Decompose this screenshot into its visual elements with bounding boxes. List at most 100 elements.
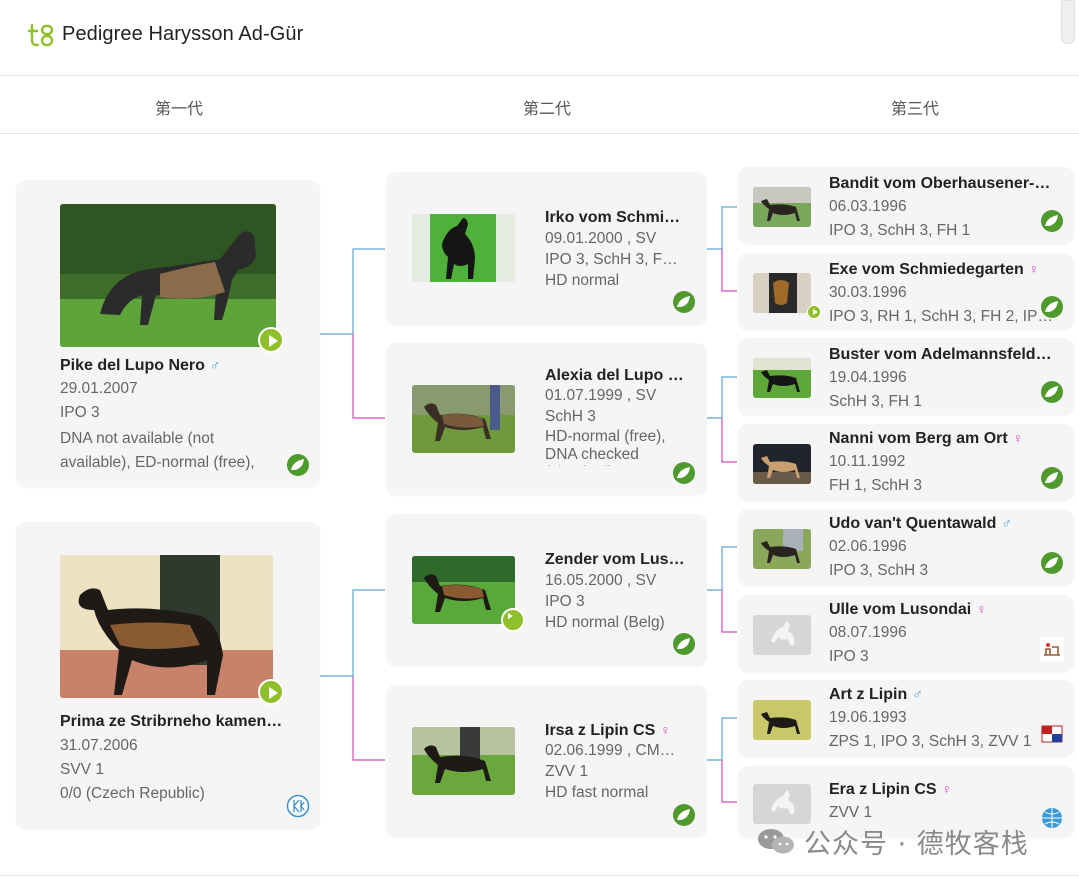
flag-icon[interactable] [1040, 722, 1064, 746]
dog-photo-placeholder[interactable] [753, 615, 811, 655]
female-icon: ♀ [1012, 430, 1024, 446]
female-icon: ♀ [1028, 261, 1040, 277]
dog-name[interactable]: Nanni vom Berg am Ort ♀ [829, 430, 1057, 448]
dog-photo[interactable] [412, 385, 515, 453]
dog-titles: SVV 1 [60, 761, 104, 778]
dog-name[interactable]: Art z Lipin ♂ [829, 686, 1057, 704]
globe-icon[interactable] [1040, 806, 1064, 830]
dog-birthdate: 31.07.2006 [60, 737, 138, 754]
dog-name[interactable]: Bandit vom Oberhausener-Kr… [829, 175, 1057, 193]
male-icon: ♂ [1001, 515, 1012, 531]
dog-photo[interactable] [753, 444, 811, 484]
leaf-icon[interactable] [1040, 380, 1064, 404]
dog-name[interactable]: Udo van't Quentawald ♂ [829, 515, 1057, 533]
pedigree-card-gen3-1[interactable]: Bandit vom Oberhausener-Kr… 06.03.1996 I… [738, 167, 1074, 244]
female-icon: ♀ [941, 781, 953, 797]
leaf-icon[interactable] [1040, 466, 1064, 490]
dog-name[interactable]: Exe vom Schmiedegarten ♀ [829, 261, 1057, 279]
dog-titles: IPO 3, RH 1, SchH 3, FH 2, IPO… [829, 308, 1057, 325]
club-logo-icon[interactable] [1040, 637, 1064, 661]
dog-name[interactable]: Prima ze Stribrneho kamen… [60, 713, 300, 731]
pedigree-card-gen2-2[interactable]: Alexia del Lupo … 01.07.1999 , SV SchH 3… [386, 343, 707, 495]
leaf-icon[interactable] [672, 803, 696, 827]
leaf-icon[interactable] [1040, 209, 1064, 233]
dog-titles: SchH 3, FH 1 [829, 393, 923, 410]
pedigree-card-gen3-3[interactable]: Buster vom Adelmannsfelder… 19.04.1996 S… [738, 338, 1074, 415]
dog-birthdate: 16.05.2000 , SV [545, 572, 657, 589]
dog-titles: ZVV 1 [545, 763, 589, 780]
dog-birthdate: 19.04.1996 [829, 369, 907, 386]
pedigree-card-gen3-7[interactable]: Art z Lipin ♂ 19.06.1993 ZPS 1, IPO 3, Sc… [738, 680, 1074, 757]
leaf-icon[interactable] [286, 453, 310, 477]
male-icon: ♂ [209, 357, 221, 373]
dog-photo[interactable] [412, 214, 515, 282]
dog-birthdate: 08.07.1996 [829, 624, 907, 641]
dog-name[interactable]: Alexia del Lupo … [545, 367, 685, 385]
pedigree-card-gen2-1[interactable]: Irko vom Schmi… 09.01.2000 , SV IPO 3, S… [386, 172, 707, 325]
leaf-icon[interactable] [672, 461, 696, 485]
dog-health: HD-normal (free), DNA checked (checked) [545, 428, 666, 466]
dog-titles: ZPS 1, IPO 3, SchH 3, ZVV 1 [829, 733, 1032, 750]
dog-birthdate: 02.06.1999 , CM… [545, 742, 676, 759]
dog-titles: IPO 3, SchH 3, FH 1 [829, 222, 971, 239]
dog-titles: IPO 3, SchH 3 [829, 562, 929, 579]
pedigree-card-sire[interactable]: Pike del Lupo Nero ♂ 29.01.2007 IPO 3 DNA… [16, 180, 320, 487]
kk-club-icon[interactable] [286, 794, 310, 818]
dog-name[interactable]: Ulle vom Lusondai ♀ [829, 601, 1057, 619]
dog-birthdate: 10.11.1992 [829, 453, 906, 470]
pedigree-card-gen2-3[interactable]: Zender vom Lus… 16.05.2000 , SV IPO 3 HD… [386, 514, 707, 666]
pedigree-card-dam[interactable]: Prima ze Stribrneho kamen… 31.07.2006 SV… [16, 522, 320, 829]
dog-titles: FH 1, SchH 3 [829, 477, 923, 494]
dog-birthdate: 29.01.2007 [60, 380, 138, 397]
dog-birthdate: 30.03.1996 [829, 284, 907, 301]
dog-health: HD normal [545, 272, 620, 289]
pedigree-card-gen3-4[interactable]: Nanni vom Berg am Ort ♀ 10.11.1992 FH 1, … [738, 424, 1074, 501]
dog-titles: IPO 3 [545, 593, 585, 610]
play-video-icon[interactable] [258, 327, 284, 353]
dog-health: DNA not available (not available), ED-no… [60, 430, 255, 471]
wechat-icon [758, 829, 794, 854]
dog-photo[interactable] [753, 358, 811, 398]
dog-photo[interactable] [753, 187, 811, 227]
play-video-icon[interactable] [807, 305, 821, 319]
dog-photo-placeholder[interactable] [753, 784, 811, 824]
pedigree-card-gen3-5[interactable]: Udo van't Quentawald ♂ 02.06.1996 IPO 3, … [738, 509, 1074, 586]
leaf-icon[interactable] [1040, 551, 1064, 575]
dog-titles: SchH 3 [545, 408, 596, 425]
play-video-icon[interactable] [501, 608, 525, 632]
leaf-icon[interactable] [1040, 295, 1064, 319]
dog-photo[interactable] [753, 529, 811, 569]
pedigree-card-gen2-4[interactable]: Irsa z Lipin CS ♀ 02.06.1999 , CM… ZVV 1 … [386, 685, 707, 837]
dog-titles: IPO 3 [829, 648, 869, 665]
female-icon: ♀ [976, 601, 987, 617]
dog-photo[interactable] [60, 204, 276, 347]
dog-name[interactable]: Irko vom Schmi… [545, 209, 685, 227]
dog-photo[interactable] [60, 555, 273, 698]
dog-health: 0/0 (Czech Republic) [60, 785, 205, 802]
dog-birthdate: 19.06.1993 [829, 709, 907, 726]
dog-photo[interactable] [412, 556, 515, 624]
dog-birthdate: 01.07.1999 , SV [545, 387, 657, 404]
dog-titles: IPO 3 [60, 404, 100, 421]
dog-birthdate: 02.06.1996 [829, 538, 907, 555]
dog-birthdate: 09.01.2000 , SV [545, 230, 657, 247]
dog-name[interactable]: Zender vom Lus… [545, 551, 685, 569]
divider [0, 875, 1079, 876]
dog-name[interactable]: Pike del Lupo Nero ♂ [60, 357, 300, 375]
dog-titles: ZVV 1 [829, 804, 873, 821]
dog-name[interactable]: Irsa z Lipin CS ♀ [545, 722, 685, 740]
watermark-text: 公众号 · 德牧客栈 [804, 829, 1029, 860]
leaf-icon[interactable] [672, 290, 696, 314]
pedigree-card-gen3-6[interactable]: Ulle vom Lusondai ♀ 08.07.1996 IPO 3 [738, 595, 1074, 672]
play-video-icon[interactable] [258, 679, 284, 705]
female-icon: ♀ [660, 722, 671, 738]
dog-health: HD fast normal [545, 784, 649, 801]
dog-photo[interactable] [753, 273, 811, 313]
dog-titles: IPO 3, SchH 3, F… [545, 251, 678, 268]
dog-photo[interactable] [753, 700, 811, 740]
dog-name[interactable]: Era z Lipin CS ♀ [829, 781, 1057, 799]
pedigree-card-gen3-2[interactable]: Exe vom Schmiedegarten ♀ 30.03.1996 IPO 3… [738, 253, 1074, 330]
dog-photo[interactable] [412, 727, 515, 795]
leaf-icon[interactable] [672, 632, 696, 656]
dog-name[interactable]: Buster vom Adelmannsfelder… [829, 346, 1057, 364]
